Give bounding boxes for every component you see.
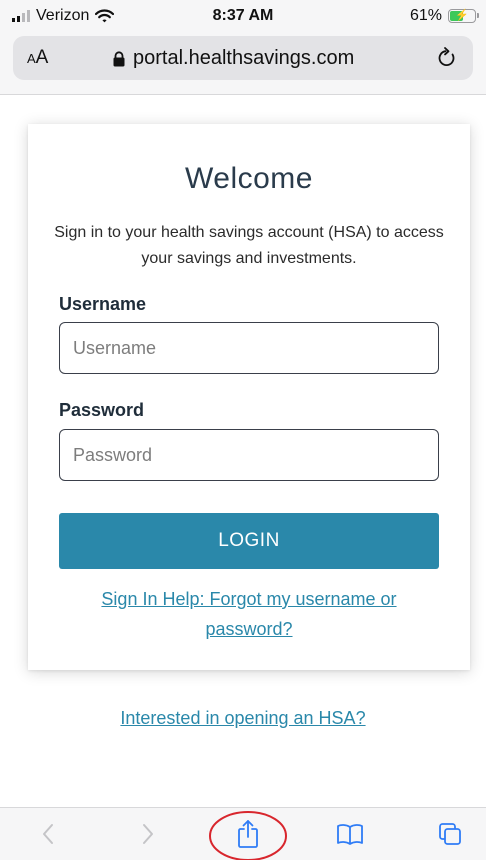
open-hsa-link[interactable]: Interested in opening an HSA? — [0, 708, 486, 729]
battery-nub — [477, 13, 479, 18]
url-display[interactable]: portal.healthsavings.com — [113, 47, 354, 70]
sign-in-help-link[interactable]: Sign In Help: Forgot my username or pass… — [68, 584, 430, 644]
share-icon — [238, 820, 258, 848]
bookmarks-button[interactable] — [330, 808, 370, 860]
browser-top-chrome: Verizon 8:37 AM 61% ⚡ AA portal.healthsa… — [0, 0, 486, 95]
page-subtitle: Sign in to your health savings account (… — [54, 224, 444, 267]
back-button[interactable] — [28, 808, 68, 860]
battery-icon: ⚡ — [448, 9, 479, 23]
text-size-button[interactable]: AA — [27, 47, 48, 69]
tabs-icon — [439, 823, 461, 845]
charging-bolt-icon: ⚡ — [455, 9, 469, 22]
text-size-large-a: A — [35, 47, 49, 68]
lock-icon — [113, 50, 125, 66]
browser-toolbar — [0, 807, 486, 860]
reload-button[interactable] — [435, 46, 459, 70]
back-arrow-icon — [43, 824, 53, 844]
mobile-screen: Verizon 8:37 AM 61% ⚡ AA portal.healthsa… — [0, 0, 486, 860]
page-title: Welcome — [185, 162, 313, 195]
forward-arrow-icon — [143, 824, 153, 844]
password-field[interactable] — [59, 429, 439, 481]
status-right: 61% ⚡ — [409, 7, 479, 25]
battery-percent: 61% — [409, 7, 442, 24]
status-bar: Verizon 8:37 AM 61% ⚡ — [0, 0, 486, 30]
username-field[interactable] — [59, 322, 439, 374]
forward-button[interactable] — [128, 808, 168, 860]
login-card: Welcome Sign in to your health savings a… — [28, 124, 470, 670]
url-text: portal.healthsavings.com — [133, 47, 355, 69]
password-label: Password — [59, 400, 145, 420]
tabs-button[interactable] — [430, 808, 470, 860]
username-label: Username — [59, 294, 147, 314]
share-button[interactable] — [228, 808, 268, 860]
reload-icon — [438, 47, 455, 67]
text-size-small-a: A — [27, 51, 36, 66]
login-button[interactable]: LOGIN — [59, 513, 439, 569]
address-bar[interactable]: AA portal.healthsavings.com — [13, 36, 473, 80]
bookmarks-icon — [337, 824, 363, 845]
